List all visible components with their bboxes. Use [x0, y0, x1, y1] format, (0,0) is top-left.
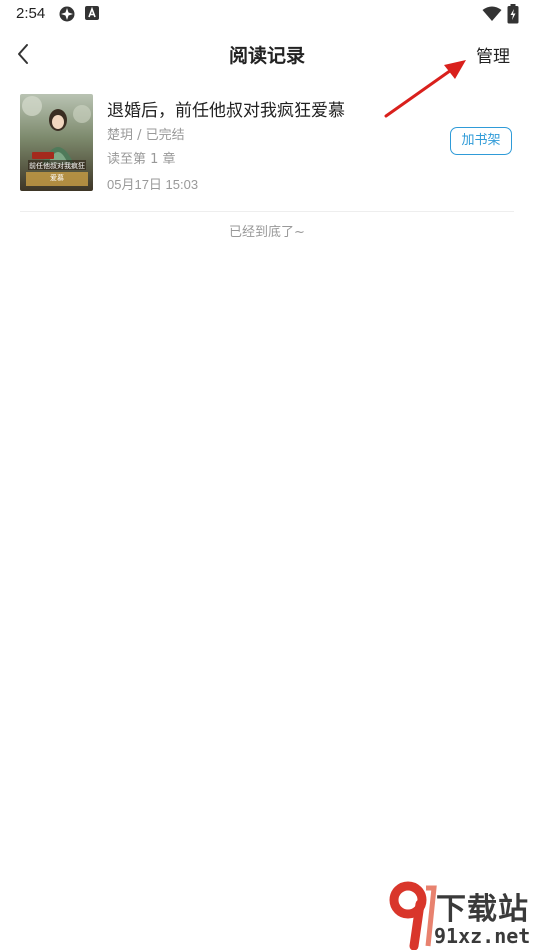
wifi-icon	[482, 6, 502, 21]
book-title[interactable]: 退婚后，前任他叔对我疯狂爱慕	[107, 96, 345, 121]
signal-app-icon	[59, 6, 75, 22]
divider	[20, 211, 514, 212]
end-of-list-text: 已经到底了~	[229, 225, 305, 240]
accessibility-icon	[85, 6, 99, 20]
watermark-domain: 91xz.net	[434, 924, 531, 948]
history-list-item[interactable]: 前任他叔对我疯狂爱慕 退婚后，前任他叔对我疯狂爱慕 楚玥 / 已完结 读至第 1…	[20, 92, 514, 192]
book-author-status: 楚玥 / 已完结	[107, 128, 185, 143]
book-cover-text: 前任他叔对我疯狂爱慕	[29, 162, 85, 182]
manage-button[interactable]: 管理	[476, 42, 510, 67]
watermark-brand: 下载站	[436, 892, 529, 927]
status-time: 2:54	[16, 5, 46, 22]
watermark: 下载站 91xz.net	[388, 880, 534, 950]
book-cover[interactable]: 前任他叔对我疯狂爱慕	[20, 94, 93, 191]
reading-progress: 读至第 1 章	[107, 152, 176, 167]
status-bar: 2:54	[0, 0, 534, 28]
watermark-logo-icon	[389, 881, 437, 950]
battery-icon	[507, 4, 519, 24]
read-time: 05月17日 15:03	[107, 177, 199, 192]
add-to-bookshelf-button[interactable]: 加书架	[450, 127, 512, 155]
